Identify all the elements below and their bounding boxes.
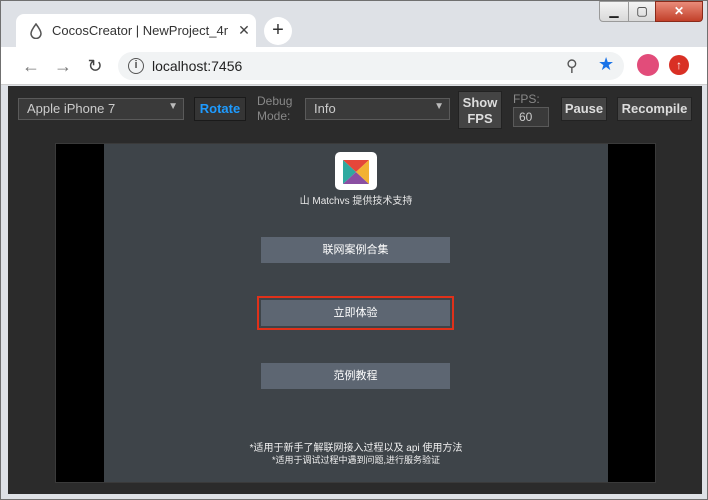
- info-icon[interactable]: i: [128, 58, 144, 74]
- tab-close-icon[interactable]: ✕: [235, 21, 253, 39]
- debug-mode-label: Debug Mode:: [257, 94, 293, 123]
- usage-note-1: *适用于新手了解联网接入过程以及 api 使用方法: [249, 443, 463, 454]
- pause-button[interactable]: Pause: [561, 97, 607, 121]
- browser-toolbar: ← → ↻ i localhost:7456 ⚲ ★ ↑: [1, 47, 707, 85]
- debug-mode-select[interactable]: Info ▼: [305, 98, 450, 120]
- browser-window: CocosCreator | NewProject_4mat ✕ + ▁ ▢ ✕…: [0, 0, 708, 500]
- usage-note-2: *适用于调试过程中遇到问题,进行服务验证: [271, 455, 440, 465]
- tab-title: CocosCreator | NewProject_4mat: [52, 23, 228, 38]
- powered-by-text: 山 Matchvs 提供技术支持: [299, 196, 413, 207]
- try-now-highlight: [257, 296, 454, 330]
- tutorial-button[interactable]: 范例教程: [261, 363, 450, 389]
- update-icon[interactable]: ↑: [669, 55, 689, 75]
- matchvs-logo-icon: [335, 152, 377, 190]
- debug-mode-value: Info: [314, 101, 336, 116]
- back-arrow-icon[interactable]: ←: [20, 55, 42, 77]
- online-cases-button[interactable]: 联网案例合集: [261, 237, 450, 263]
- cocos-preview-app: Apple iPhone 7 ▼ Rotate Debug Mode: Info…: [8, 86, 702, 494]
- game-canvas-frame: 山 Matchvs 提供技术支持 联网案例合集 立即体验 范例教程 *适用于新手…: [55, 143, 656, 483]
- rotate-button[interactable]: Rotate: [194, 97, 246, 121]
- url-text[interactable]: localhost:7456: [152, 58, 242, 74]
- reload-icon[interactable]: ↻: [84, 55, 106, 77]
- show-fps-button[interactable]: Show FPS: [458, 91, 502, 129]
- recompile-button[interactable]: Recompile: [617, 97, 692, 121]
- address-bar[interactable]: i localhost:7456 ⚲ ★: [118, 52, 624, 80]
- game-canvas: 山 Matchvs 提供技术支持 联网案例合集 立即体验 范例教程 *适用于新手…: [104, 144, 608, 482]
- forward-arrow-icon[interactable]: →: [52, 55, 74, 77]
- browser-tab[interactable]: CocosCreator | NewProject_4mat ✕: [16, 14, 256, 47]
- maximize-button[interactable]: ▢: [628, 1, 656, 22]
- new-tab-button[interactable]: +: [264, 17, 292, 45]
- device-select[interactable]: Apple iPhone 7 ▼: [18, 98, 184, 120]
- profile-avatar-icon[interactable]: [637, 54, 659, 76]
- zoom-icon[interactable]: ⚲: [566, 56, 578, 76]
- fps-input[interactable]: 60: [513, 107, 549, 127]
- close-window-button[interactable]: ✕: [655, 1, 703, 22]
- chevron-down-icon: ▼: [168, 101, 178, 112]
- preview-control-bar: Apple iPhone 7 ▼ Rotate Debug Mode: Info…: [8, 86, 702, 132]
- star-icon[interactable]: ★: [598, 54, 614, 75]
- chevron-down-icon: ▼: [434, 101, 444, 112]
- cocos-favicon-icon: [30, 23, 42, 39]
- fps-label: FPS:: [513, 92, 540, 106]
- minimize-button[interactable]: ▁: [599, 1, 629, 22]
- tab-strip: CocosCreator | NewProject_4mat ✕ + ▁ ▢ ✕: [1, 1, 707, 47]
- device-value: Apple iPhone 7: [27, 101, 116, 116]
